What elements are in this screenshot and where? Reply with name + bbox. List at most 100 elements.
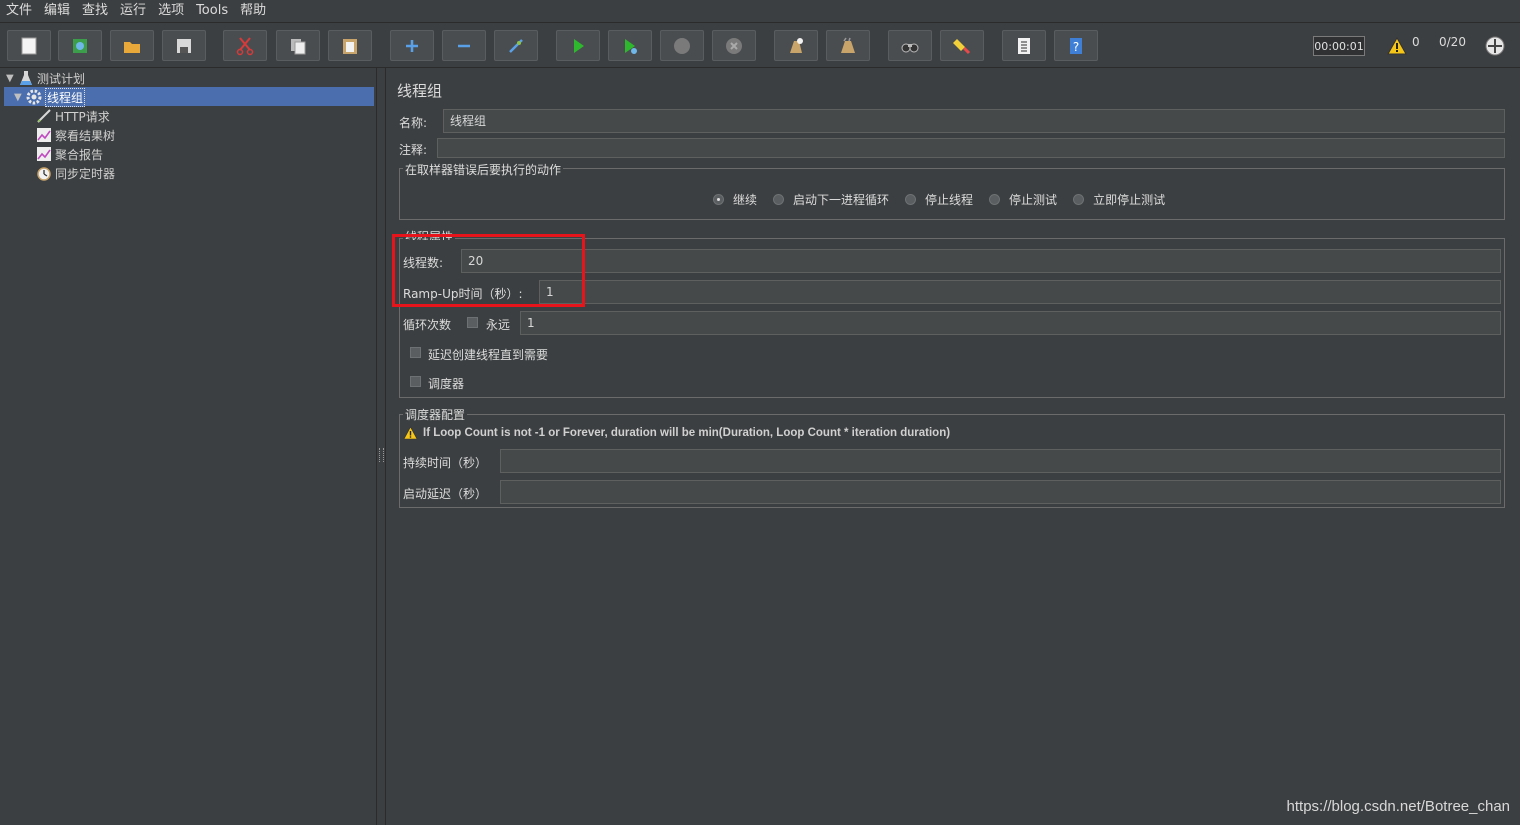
radio-continue[interactable]: 继续 <box>713 191 757 208</box>
radio-stop-thread[interactable]: 停止线程 <box>905 191 973 208</box>
thread-count-field[interactable]: 20 <box>461 249 1501 273</box>
radio-label: 停止线程 <box>925 193 974 207</box>
cut-icon <box>236 36 254 55</box>
panel-title: 线程组 <box>397 82 443 100</box>
scheduler-label: 调度器 <box>428 377 465 391</box>
warning-count: 0 <box>1412 35 1420 49</box>
active-threads: 0/20 <box>1439 35 1466 49</box>
menu-tools[interactable]: Tools <box>190 0 234 22</box>
cut-button[interactable] <box>223 30 267 61</box>
scheduler-config-legend: 调度器配置 <box>403 406 468 423</box>
toggle-button[interactable] <box>494 30 538 61</box>
copy-button[interactable] <box>276 30 320 61</box>
tree-item-test-plan[interactable]: ▼ 测试计划 <box>6 69 85 87</box>
scheduler-checkbox[interactable] <box>410 376 421 387</box>
comment-field[interactable] <box>437 138 1505 158</box>
radio-button <box>1073 194 1085 205</box>
start-no-pause-icon <box>625 38 637 54</box>
clear-all-icon <box>841 37 855 53</box>
save-button[interactable] <box>162 30 206 61</box>
radio-button <box>905 194 917 205</box>
startup-delay-label: 启动延迟（秒） <box>403 487 488 501</box>
panel-splitter[interactable] <box>377 68 386 825</box>
collapse-button[interactable] <box>442 30 486 61</box>
watermark: https://blog.csdn.net/Botree_chan <box>1286 798 1510 815</box>
collapse-icon <box>458 44 470 47</box>
search-button[interactable] <box>888 30 932 61</box>
comment-label: 注释: <box>399 143 428 157</box>
clear-button[interactable] <box>774 30 818 61</box>
thread-group-panel: 线程组 名称: 线程组 注释: 在取样器错误后要执行的动作 继续 启动下一进程循… <box>386 68 1520 825</box>
forever-checkbox[interactable] <box>467 317 478 328</box>
name-field[interactable]: 线程组 <box>443 109 1505 133</box>
open-button[interactable] <box>110 30 154 61</box>
name-label: 名称: <box>399 116 428 130</box>
delay-thread-creation-checkbox[interactable] <box>410 347 421 358</box>
radio-label: 停止测试 <box>1009 193 1058 207</box>
tree-item-http-request[interactable]: HTTP请求 <box>36 107 110 125</box>
svg-text:?: ? <box>1073 40 1079 54</box>
tree-item-sync-timer[interactable]: 同步定时器 <box>36 164 115 182</box>
radio-button <box>989 194 1001 205</box>
loop-count-label: 循环次数 <box>403 318 452 332</box>
reset-search-button[interactable] <box>940 30 984 61</box>
test-plan-tree: ▼ 测试计划 ▼ 线程组 HTTP请求 察看结果树 聚合报告 同步定时器 <box>0 68 377 825</box>
help-icon: ? <box>1070 37 1082 54</box>
search-icon <box>901 43 919 52</box>
error-action-legend: 在取样器错误后要执行的动作 <box>403 161 564 178</box>
test-plan-icon <box>20 71 32 85</box>
help-button[interactable]: ? <box>1054 30 1098 61</box>
radio-label: 继续 <box>733 193 758 207</box>
reset-search-icon <box>953 38 971 54</box>
remote-status-icon[interactable] <box>1484 35 1506 57</box>
start-icon <box>574 38 584 53</box>
save-icon <box>177 38 191 53</box>
tree-item-aggregate-report[interactable]: 聚合报告 <box>36 145 103 163</box>
startup-delay-field[interactable] <box>500 480 1501 504</box>
new-button[interactable] <box>7 30 51 61</box>
start-button[interactable] <box>556 30 600 61</box>
stop-button[interactable] <box>660 30 704 61</box>
stop-icon <box>674 37 690 54</box>
paste-icon <box>343 38 357 54</box>
templates-button[interactable] <box>58 30 102 61</box>
toolbar: ? 00:00:01 0 0/20 <box>0 23 1520 68</box>
timer-icon <box>37 167 51 181</box>
tree-label: 察看结果树 <box>55 128 116 143</box>
duration-field[interactable] <box>500 449 1501 473</box>
menu-run[interactable]: 运行 <box>114 0 152 22</box>
new-icon <box>21 37 37 54</box>
menu-help[interactable]: 帮助 <box>234 0 272 22</box>
radio-label: 启动下一进程循环 <box>793 193 890 207</box>
start-no-pause-button[interactable] <box>608 30 652 61</box>
function-helper-button[interactable] <box>1002 30 1046 61</box>
expand-arrow-icon[interactable]: ▼ <box>14 92 26 103</box>
tree-label: 聚合报告 <box>55 147 104 162</box>
tree-item-thread-group[interactable]: ▼ 线程组 <box>14 87 86 107</box>
radio-button <box>773 194 785 205</box>
loop-count-field[interactable]: 1 <box>520 311 1501 335</box>
tree-item-view-results-tree[interactable]: 察看结果树 <box>36 126 115 144</box>
expand-button[interactable] <box>390 30 434 61</box>
radio-stop-test-now[interactable]: 立即停止测试 <box>1073 191 1165 208</box>
tree-label: 测试计划 <box>37 71 86 86</box>
copy-icon <box>291 38 306 54</box>
clear-all-button[interactable] <box>826 30 870 61</box>
paste-button[interactable] <box>328 30 372 61</box>
splitter-grip <box>379 448 384 462</box>
forever-label: 永远 <box>486 318 511 332</box>
expand-arrow-icon[interactable]: ▼ <box>6 73 18 84</box>
menu-file[interactable]: 文件 <box>0 0 38 22</box>
shutdown-icon <box>726 37 742 54</box>
menu-edit[interactable]: 编辑 <box>38 0 76 22</box>
tree-label: 线程组 <box>45 87 86 107</box>
shutdown-button[interactable] <box>712 30 756 61</box>
expand-icon <box>406 39 418 52</box>
rampup-field[interactable]: 1 <box>539 280 1501 304</box>
radio-start-next-loop[interactable]: 启动下一进程循环 <box>773 191 889 208</box>
warning-icon <box>403 426 418 440</box>
menu-search[interactable]: 查找 <box>76 0 114 22</box>
warning-icon[interactable] <box>1387 37 1407 55</box>
menu-options[interactable]: 选项 <box>152 0 190 22</box>
radio-stop-test[interactable]: 停止测试 <box>989 191 1057 208</box>
